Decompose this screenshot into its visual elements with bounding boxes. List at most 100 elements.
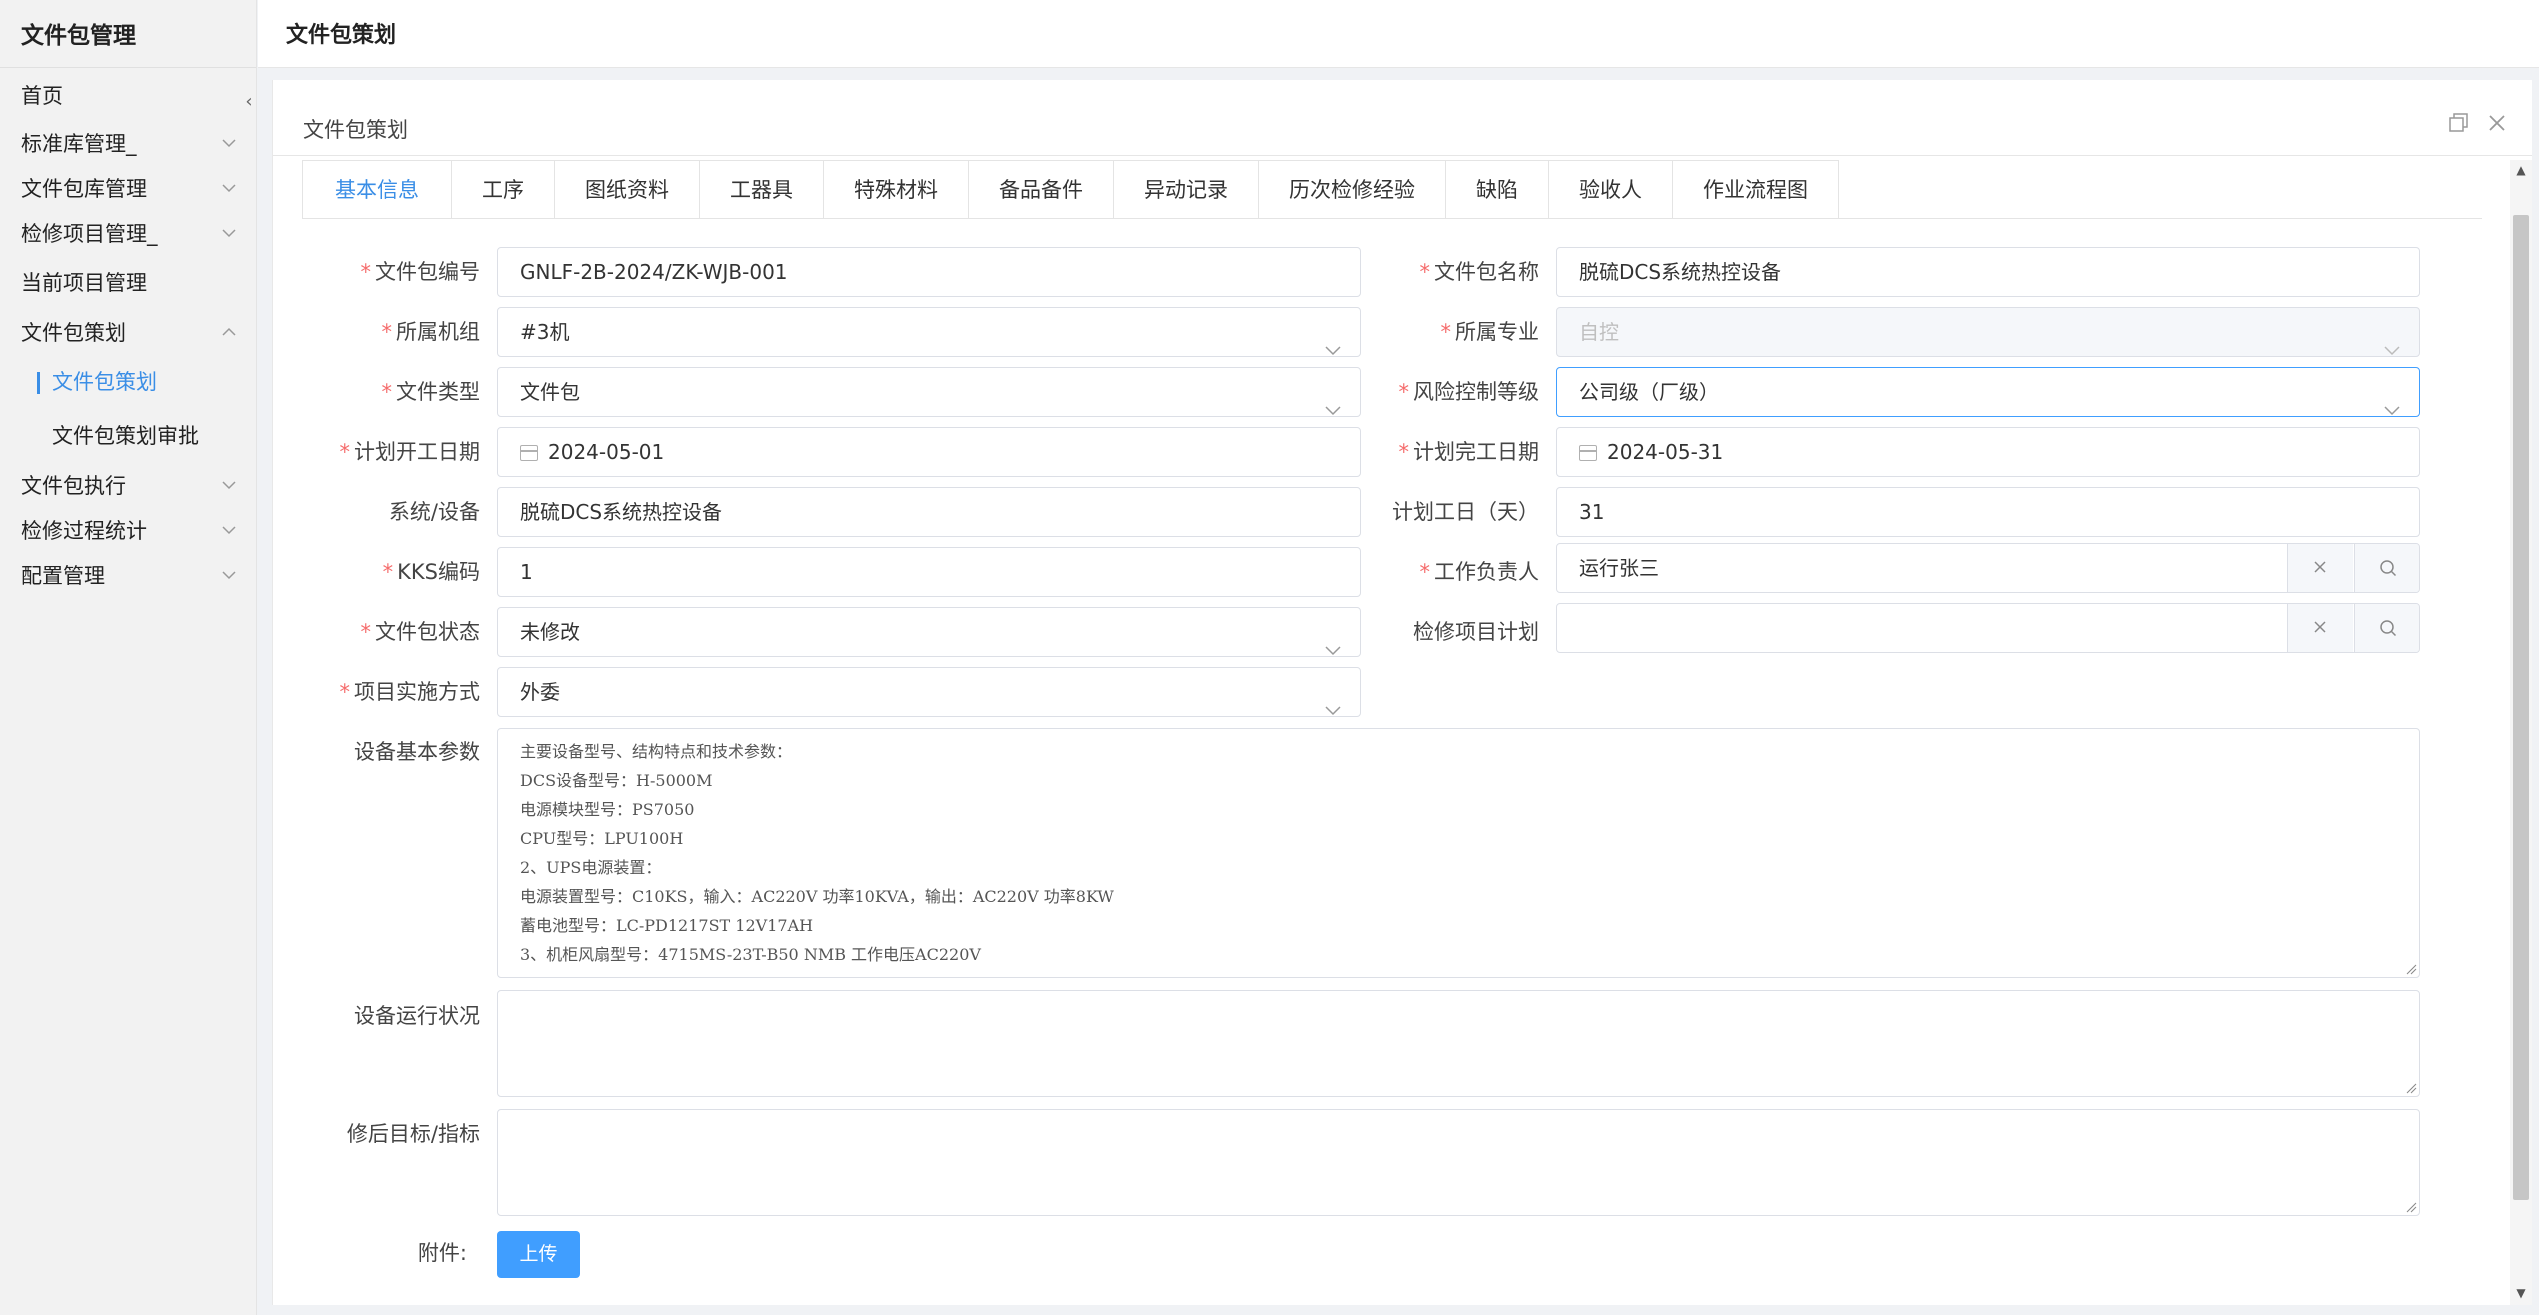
close-icon <box>2314 561 2326 573</box>
tab-acceptor[interactable]: 验收人 <box>1549 160 1673 219</box>
chevron-down-icon <box>2383 386 2401 416</box>
nav-package-library[interactable]: 文件包库管理 <box>0 167 257 211</box>
nav-label: 检修过程统计 <box>21 519 147 543</box>
resize-handle-icon <box>2406 1202 2417 1213</box>
package-no-input[interactable]: GNLF-2B-2024/ZK-WJB-001 <box>497 247 1361 297</box>
upload-button[interactable]: 上传 <box>497 1231 580 1278</box>
clear-plan-button[interactable] <box>2287 604 2353 652</box>
tab-maintenance-experience[interactable]: 历次检修经验 <box>1259 160 1446 219</box>
nav-label: 当前项目管理 <box>21 271 147 295</box>
kks-input[interactable]: 1 <box>497 547 1361 597</box>
kks-label: * KKS编码 <box>382 560 480 584</box>
leader-lookup[interactable]: 运行张三 <box>1556 543 2420 593</box>
file-type-value: 文件包 <box>520 380 580 404</box>
calendar-icon <box>520 445 538 461</box>
nav-label: 文件包策划审批 <box>52 424 199 448</box>
plan-end-date-input[interactable]: 2024-05-31 <box>1556 427 2420 477</box>
scroll-down-icon[interactable]: ▼ <box>2513 1285 2529 1301</box>
clear-leader-button[interactable] <box>2287 544 2353 592</box>
chevron-down-icon <box>1324 386 1342 416</box>
chevron-down-icon <box>1324 326 1342 356</box>
target-textarea[interactable] <box>497 1109 2420 1216</box>
nav-standard-library[interactable]: 标准库管理_ <box>0 122 257 166</box>
chevron-down-icon <box>221 554 237 598</box>
search-icon <box>2380 620 2397 637</box>
status-label: * 文件包状态 <box>360 620 481 644</box>
nav-label: 首页 <box>21 84 63 108</box>
plan-start-value: 2024-05-01 <box>548 440 665 464</box>
nav-label: 配置管理 <box>21 564 105 588</box>
chevron-down-icon <box>221 464 237 508</box>
tab-defects[interactable]: 缺陷 <box>1446 160 1549 219</box>
chevron-down-icon <box>221 122 237 166</box>
specialty-label: * 所属专业 <box>1440 320 1540 344</box>
running-label: 设备运行状况 <box>354 1004 480 1028</box>
close-icon <box>2314 621 2326 633</box>
nav-current-project[interactable]: 当前项目管理 <box>0 261 257 305</box>
risk-level-value: 公司级（厂级） <box>1579 380 1719 404</box>
nav-maintenance-project[interactable]: 检修项目管理_ <box>0 212 257 256</box>
nav-label: 文件包策划 <box>21 321 126 345</box>
nav-label: 检修项目管理_ <box>21 222 158 246</box>
unit-value: #3机 <box>520 320 570 344</box>
unit-select[interactable]: #3机 <box>497 307 1361 357</box>
tab-process[interactable]: 工序 <box>452 160 555 219</box>
nav-sub-package-planning[interactable]: 文件包策划 <box>0 360 257 404</box>
tab-workflow[interactable]: 作业流程图 <box>1673 160 1839 219</box>
search-plan-button[interactable] <box>2354 604 2419 652</box>
nav-sub-planning-approval[interactable]: 文件包策划审批 <box>0 414 257 458</box>
tab-change-records[interactable]: 异动记录 <box>1114 160 1259 219</box>
target-label: 修后目标/指标 <box>346 1122 480 1146</box>
tab-bar: 基本信息 工序 图纸资料 工器具 特殊材料 备品备件 异动记录 历次检修经验 缺… <box>302 160 1839 219</box>
package-name-label: * 文件包名称 <box>1419 260 1540 284</box>
chevron-down-icon <box>1324 686 1342 716</box>
work-days-input[interactable]: 31 <box>1556 487 2420 537</box>
dialog-divider <box>273 155 2532 156</box>
chevron-down-icon <box>221 509 237 553</box>
app-brand: 文件包管理 <box>0 0 256 68</box>
package-name-input[interactable]: 脱硫DCS系统热控设备 <box>1556 247 2420 297</box>
nav-label: 文件包库管理 <box>21 177 147 201</box>
risk-level-label: * 风险控制等级 <box>1398 380 1540 404</box>
params-textarea[interactable]: 主要设备型号、结构特点和技术参数： DCS设备型号：H-5000M 电源模块型号… <box>497 728 2420 978</box>
system-input[interactable]: 脱硫DCS系统热控设备 <box>497 487 1361 537</box>
nav-home[interactable]: 首页 <box>0 74 257 118</box>
dialog-title: 文件包策划 <box>303 118 408 142</box>
file-type-select[interactable]: 文件包 <box>497 367 1361 417</box>
search-leader-button[interactable] <box>2354 544 2419 592</box>
plan-start-date-input[interactable]: 2024-05-01 <box>497 427 1361 477</box>
top-header: 文件包策划 <box>258 0 2539 68</box>
specialty-select: 自控 <box>1556 307 2420 357</box>
impl-label: * 项目实施方式 <box>339 680 481 704</box>
status-select[interactable]: 未修改 <box>497 607 1361 657</box>
resize-handle-icon <box>2406 964 2417 975</box>
tab-basic-info[interactable]: 基本信息 <box>302 160 452 219</box>
work-days-label: 计划工日（天） <box>1392 500 1539 524</box>
chevron-up-icon <box>221 311 237 355</box>
maximize-icon[interactable] <box>2448 112 2472 136</box>
active-indicator <box>37 372 40 394</box>
tab-drawings[interactable]: 图纸资料 <box>555 160 700 219</box>
close-icon[interactable] <box>2486 112 2510 136</box>
tab-spare-parts[interactable]: 备品备件 <box>969 160 1114 219</box>
plan-start-label: * 计划开工日期 <box>339 440 481 464</box>
status-value: 未修改 <box>520 620 580 644</box>
plan-lookup[interactable] <box>1556 603 2420 653</box>
nav-process-statistics[interactable]: 检修过程统计 <box>0 509 257 553</box>
specialty-value: 自控 <box>1579 320 1619 344</box>
impl-value: 外委 <box>520 680 560 704</box>
impl-select[interactable]: 外委 <box>497 667 1361 717</box>
nav-config[interactable]: 配置管理 <box>0 554 257 598</box>
risk-level-select[interactable]: 公司级（厂级） <box>1556 367 2420 417</box>
nav-package-planning[interactable]: 文件包策划 <box>0 311 257 355</box>
nav-package-execution[interactable]: 文件包执行 <box>0 464 257 508</box>
calendar-icon <box>1579 445 1597 461</box>
nav-label: 标准库管理_ <box>21 132 137 156</box>
scrollbar-thumb[interactable] <box>2513 215 2529 1200</box>
tab-special-materials[interactable]: 特殊材料 <box>824 160 969 219</box>
tab-tools[interactable]: 工器具 <box>700 160 824 219</box>
chevron-down-icon <box>221 212 237 256</box>
running-textarea[interactable] <box>497 990 2420 1097</box>
scroll-up-icon[interactable]: ▲ <box>2513 162 2529 178</box>
attachment-label: 附件: <box>417 1241 467 1265</box>
